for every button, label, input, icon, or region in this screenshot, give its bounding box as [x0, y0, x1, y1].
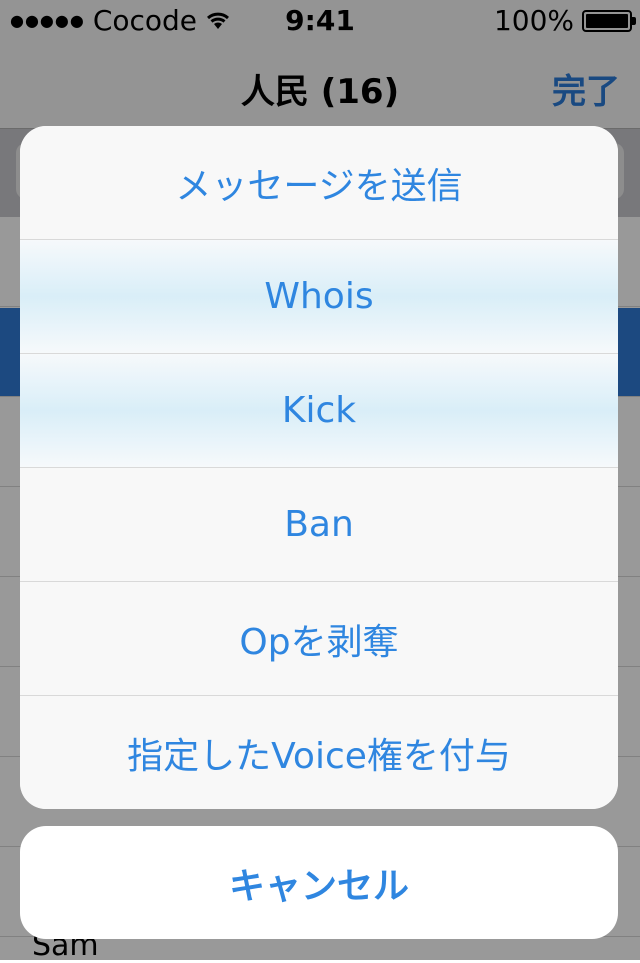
- ban-button[interactable]: Ban: [20, 468, 618, 582]
- whois-button[interactable]: Whois: [20, 240, 618, 354]
- cancel-button[interactable]: キャンセル: [20, 826, 618, 939]
- kick-button[interactable]: Kick: [20, 354, 618, 468]
- grant-voice-button[interactable]: 指定したVoice権を付与: [20, 696, 618, 809]
- action-sheet: メッセージを送信 Whois Kick Ban Opを剥奪 指定したVoice権…: [20, 126, 618, 809]
- remove-op-button[interactable]: Opを剥奪: [20, 582, 618, 696]
- send-message-button[interactable]: メッセージを送信: [20, 126, 618, 240]
